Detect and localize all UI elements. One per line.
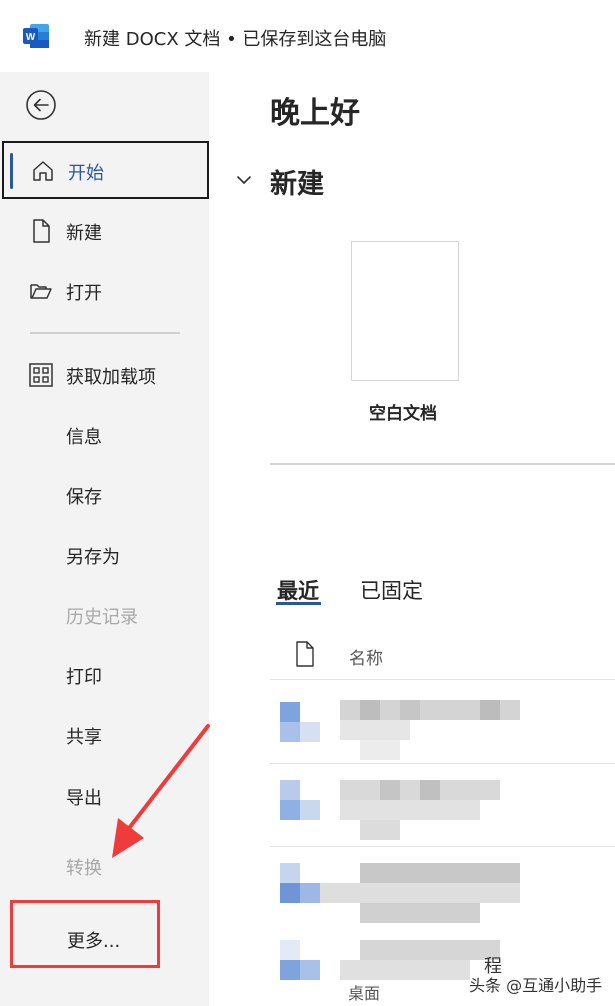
sidebar-item-label: 另存为 bbox=[66, 547, 120, 568]
sidebar-item-label: 打开 bbox=[66, 283, 102, 304]
sidebar-item-save[interactable]: 保存 bbox=[0, 465, 209, 523]
table-row[interactable] bbox=[270, 690, 615, 760]
document-title: 新建 DOCX 文档 • 已保存到这台电脑 bbox=[84, 29, 387, 50]
tab-active-indicator bbox=[276, 602, 321, 605]
red-arrow-icon bbox=[112, 724, 210, 858]
home-icon bbox=[33, 161, 53, 181]
add-ins-grid-icon bbox=[29, 363, 53, 387]
sidebar-item-label: 获取加载项 bbox=[66, 367, 156, 388]
sidebar-item-save-as[interactable]: 另存为 bbox=[0, 525, 209, 583]
word-logo-icon: W bbox=[23, 24, 49, 48]
chevron-down-icon[interactable] bbox=[234, 172, 254, 188]
blank-document-template[interactable] bbox=[351, 241, 459, 381]
section-divider bbox=[270, 463, 615, 465]
sidebar-item-home[interactable]: 开始 bbox=[2, 141, 209, 199]
tab-recent[interactable]: 最近 bbox=[277, 575, 319, 605]
svg-text:W: W bbox=[26, 32, 36, 43]
row-divider bbox=[270, 846, 615, 847]
sidebar-item-label: 导出 bbox=[66, 788, 102, 809]
sidebar-item-more[interactable]: 更多... bbox=[10, 900, 160, 968]
table-row[interactable] bbox=[270, 770, 615, 840]
row-partial-location: 桌面 bbox=[348, 984, 381, 1003]
new-document-icon bbox=[33, 219, 50, 243]
sidebar-item-new[interactable]: 新建 bbox=[0, 201, 209, 259]
sidebar-item-get-add-ins[interactable]: 获取加载项 bbox=[0, 345, 209, 403]
sidebar-item-label: 共享 bbox=[66, 727, 102, 748]
sidebar-item-label: 打印 bbox=[66, 667, 102, 688]
row-divider bbox=[270, 679, 615, 680]
sidebar-item-label: 历史记录 bbox=[66, 607, 138, 628]
page-title: 晚上好 bbox=[270, 96, 360, 131]
row-divider bbox=[270, 763, 615, 764]
back-arrow-icon[interactable] bbox=[25, 89, 57, 121]
sidebar-item-label: 保存 bbox=[66, 487, 102, 508]
watermark: 头条 @互通小助手 bbox=[469, 976, 603, 995]
more-label: 更多... bbox=[67, 931, 121, 952]
title-bar: W 新建 DOCX 文档 • 已保存到这台电脑 bbox=[0, 0, 615, 72]
sidebar-item-print[interactable]: 打印 bbox=[0, 645, 209, 703]
sidebar-item-label: 转换 bbox=[66, 858, 102, 879]
blank-document-label: 空白文档 bbox=[369, 404, 437, 424]
column-header-name[interactable]: 名称 bbox=[349, 644, 383, 669]
sidebar-item-open[interactable]: 打开 bbox=[0, 261, 209, 319]
sidebar-item-label: 新建 bbox=[66, 223, 102, 244]
sidebar-item-label: 信息 bbox=[66, 427, 102, 448]
tab-pinned[interactable]: 已固定 bbox=[360, 575, 423, 605]
sidebar-item-history: 历史记录 bbox=[0, 585, 209, 643]
new-section-heading: 新建 bbox=[270, 169, 324, 200]
sidebar-item-label: 开始 bbox=[68, 163, 104, 184]
folder-open-icon bbox=[30, 284, 52, 299]
sidebar-divider bbox=[30, 332, 180, 334]
sidebar-item-info[interactable]: 信息 bbox=[0, 405, 209, 463]
table-row[interactable] bbox=[270, 855, 615, 925]
document-icon bbox=[296, 641, 314, 667]
